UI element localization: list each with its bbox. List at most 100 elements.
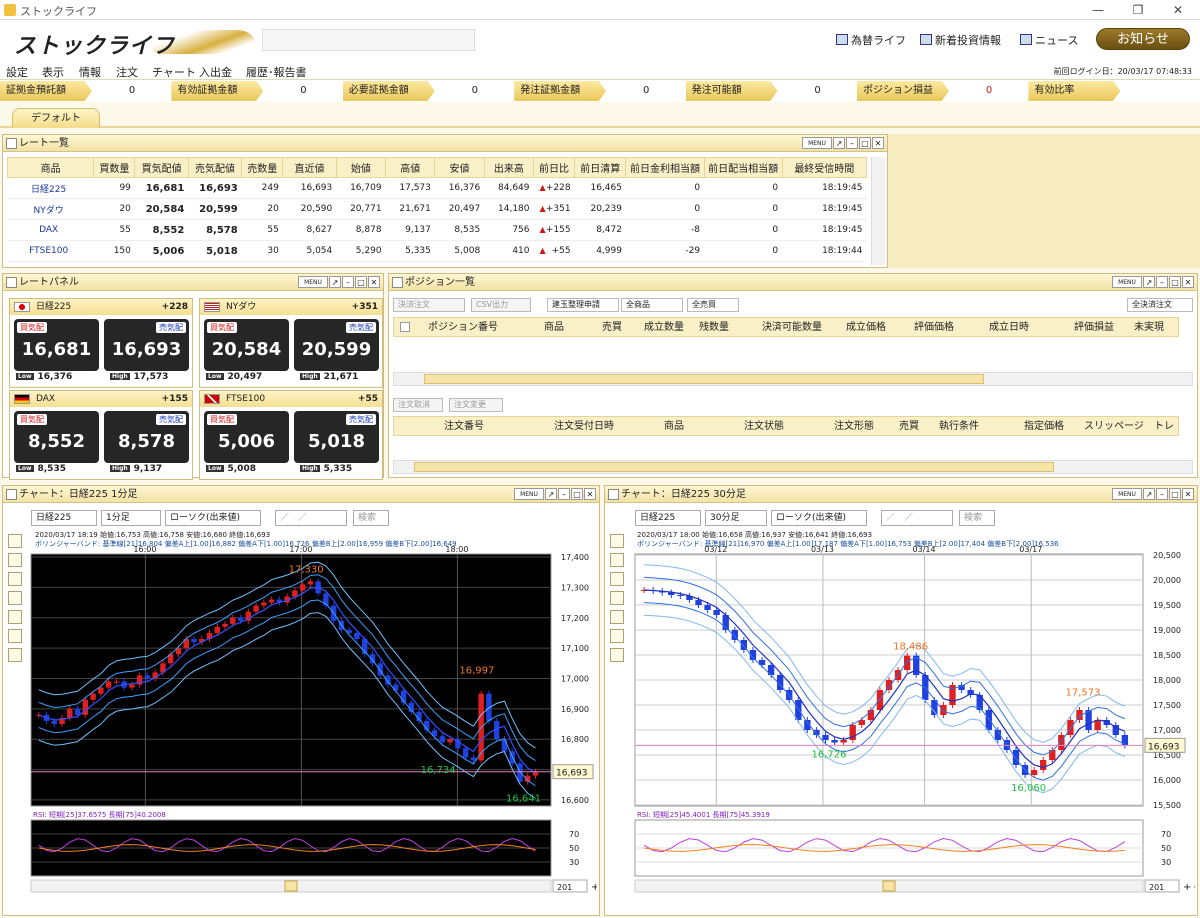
pen-tool-icon[interactable] [8, 553, 22, 567]
chart-scroll-thumb[interactable] [882, 880, 896, 892]
settle-all-button[interactable]: 全決済注文 [1127, 298, 1193, 312]
csv-export-button[interactable]: CSV出力 [471, 298, 531, 312]
settings-icon[interactable] [8, 648, 22, 662]
maximize-panel-icon[interactable]: □ [1169, 488, 1181, 500]
rate-column-header[interactable]: 直近値 [282, 157, 337, 178]
pin-icon[interactable]: ↗ [1143, 488, 1155, 500]
pin-icon[interactable]: ↗ [545, 488, 557, 500]
menu-deposit[interactable]: 入出金 [199, 64, 232, 80]
minimize-panel-icon[interactable]: – [342, 276, 354, 288]
rate-tile[interactable]: DAX +155 買気配 8,552 売気配 8,578 Low 8,535 High 9,137 [9, 390, 193, 480]
rate-column-header[interactable]: 買気配値 [134, 157, 189, 178]
line-tool-icon[interactable] [8, 572, 22, 586]
rate-column-header[interactable]: 安値 [434, 157, 485, 178]
position-column-header[interactable]: 商品 [544, 318, 564, 338]
position-column-header[interactable]: 評価価格 [914, 318, 954, 338]
zoom-in-icon[interactable]: + [591, 882, 597, 893]
bid-box[interactable]: 買気配 20,584 [204, 319, 289, 371]
scroll-thumb[interactable] [414, 462, 1054, 472]
rate-column-header[interactable]: 前日配当相当額 [703, 157, 783, 178]
close-panel-icon[interactable]: ✕ [368, 276, 380, 288]
order-column-header[interactable]: 指定価格 [1024, 417, 1064, 437]
rate-tile[interactable]: FTSE100 +55 買気配 5,006 売気配 5,018 Low 5,008 High 5,… [199, 390, 383, 480]
product-filter-select[interactable]: 全商品 [621, 298, 683, 312]
bid-box[interactable]: 買気配 8,552 [14, 411, 99, 463]
fx-life-link[interactable]: 為替ライフ [836, 32, 906, 48]
close-panel-icon[interactable]: ✕ [872, 137, 884, 149]
chart2-product-select[interactable]: 日経225 [635, 510, 701, 526]
menu-info[interactable]: 情報 [79, 64, 101, 80]
ask-box[interactable]: 売気配 8,578 [104, 411, 189, 463]
build-request-button[interactable]: 建玉整理申請 [547, 298, 619, 312]
rate-row[interactable]: NYダウ 20 20,584 20,599 20 20,590 20,771 21,671 20… [7, 198, 867, 220]
settings-icon[interactable] [610, 648, 624, 662]
order-column-header[interactable]: 注文番号 [444, 417, 484, 437]
chart1-interval-select[interactable]: 1分足 [101, 510, 161, 526]
order-column-header[interactable]: 売買 [899, 417, 919, 437]
chart2-interval-select[interactable]: 30分足 [705, 510, 767, 526]
order-column-header[interactable]: 注文状態 [744, 417, 784, 437]
order-cancel-button[interactable]: 注文取消 [393, 398, 443, 412]
minimize-panel-icon[interactable]: – [846, 137, 858, 149]
pin-icon[interactable]: ↗ [1143, 276, 1155, 288]
zoom-out-icon[interactable]: − [1193, 882, 1195, 893]
chart1-date-input[interactable]: ／ ／ [275, 510, 347, 526]
rate-row[interactable]: DAX 55 8,552 8,578 55 8,627 8,878 9,137 8,535 756… [7, 219, 867, 241]
menu-button[interactable]: MENU [298, 276, 328, 288]
order-modify-button[interactable]: 注文変更 [449, 398, 503, 412]
chart1-type-select[interactable]: ローソク(出来値) [165, 510, 261, 526]
rate-column-header[interactable]: 売気配値 [187, 157, 243, 178]
chart1-canvas[interactable]: 17,400 17,300 17,200 17,100 17,000 16,900 16,8… [27, 546, 597, 916]
chart2-search-button[interactable]: 検索 [959, 510, 995, 526]
bid-box[interactable]: 買気配 16,681 [14, 319, 99, 371]
order-column-header[interactable]: 執行条件 [939, 417, 979, 437]
side-filter-select[interactable]: 全売買 [687, 298, 739, 312]
fibonacci-tool-icon[interactable] [610, 591, 624, 605]
chart1-search-button[interactable]: 検索 [353, 510, 389, 526]
chart2-canvas[interactable]: 20,500 20,000 19,500 19,000 18,500 18,000 17,5… [631, 546, 1195, 916]
rate-row[interactable]: FTSE100 150 5,006 5,018 30 5,054 5,290 5,335 5,0… [7, 240, 867, 262]
minimize-panel-icon[interactable]: – [558, 488, 570, 500]
line-tool-icon[interactable] [610, 572, 624, 586]
position-column-header[interactable]: 決済可能数量 [762, 318, 822, 338]
order-column-header[interactable]: 注文形態 [834, 417, 874, 437]
zoom-in-icon[interactable]: + [1183, 882, 1191, 893]
menu-button[interactable]: MENU [1112, 488, 1142, 500]
print-icon[interactable] [8, 629, 22, 643]
news-link[interactable]: ニュース [1020, 32, 1078, 48]
maximize-panel-icon[interactable]: □ [1169, 276, 1181, 288]
rate-column-header[interactable]: 高値 [385, 157, 436, 178]
minimize-panel-icon[interactable]: – [1156, 488, 1168, 500]
header-search-box[interactable] [262, 29, 475, 51]
cursor-tool-icon[interactable] [610, 534, 624, 548]
menu-button[interactable]: MENU [802, 137, 832, 149]
rate-column-header[interactable]: 売数量 [241, 157, 284, 178]
order-column-header[interactable]: 注文受付日時 [554, 417, 614, 437]
position-column-header[interactable]: 売買 [602, 318, 622, 338]
close-panel-icon[interactable]: ✕ [1182, 276, 1194, 288]
position-hscroll[interactable] [393, 372, 1193, 386]
rate-column-header[interactable]: 前日清算 [574, 157, 627, 178]
maximize-panel-icon[interactable]: □ [859, 137, 871, 149]
menu-order[interactable]: 注文 [116, 64, 138, 80]
bid-box[interactable]: 買気配 5,006 [204, 411, 289, 463]
minimize-panel-icon[interactable]: – [1156, 276, 1168, 288]
chart-scroll-thumb[interactable] [284, 880, 298, 892]
rate-column-header[interactable]: 前日金利相当額 [625, 157, 705, 178]
menu-button[interactable]: MENU [1112, 276, 1142, 288]
position-column-header[interactable]: 未実現 [1134, 318, 1164, 338]
settle-order-button[interactable]: 決済注文 [393, 298, 465, 312]
position-column-header[interactable]: 成立数量 [644, 318, 684, 338]
position-column-header[interactable]: 成立日時 [989, 318, 1029, 338]
order-column-header[interactable]: スリッページ [1084, 417, 1144, 437]
rate-column-header[interactable]: 買数量 [93, 157, 136, 178]
position-column-header[interactable]: 残数量 [699, 318, 729, 338]
rate-list-scrollbar[interactable] [871, 157, 885, 265]
close-panel-icon[interactable]: ✕ [1182, 488, 1194, 500]
cursor-tool-icon[interactable] [8, 534, 22, 548]
maximize-panel-icon[interactable]: □ [571, 488, 583, 500]
ask-box[interactable]: 売気配 16,693 [104, 319, 189, 371]
menu-button[interactable]: MENU [514, 488, 544, 500]
investment-news-link[interactable]: 新着投資情報 [920, 32, 1001, 48]
tab-default[interactable]: デフォルト [12, 108, 100, 128]
